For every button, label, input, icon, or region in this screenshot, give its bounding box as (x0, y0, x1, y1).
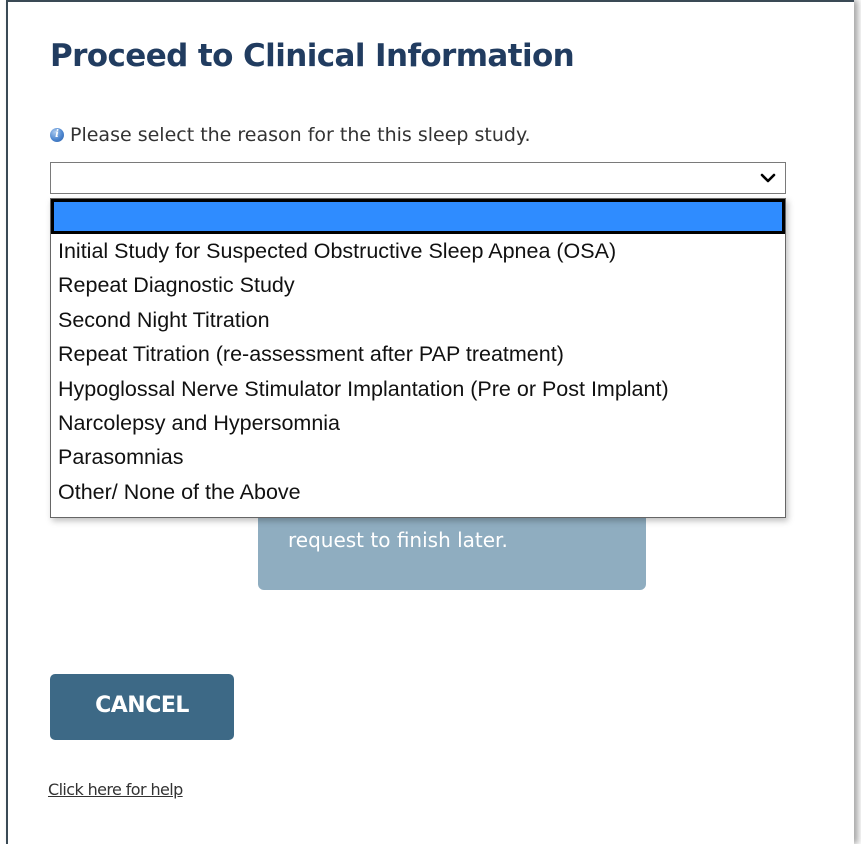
help-link[interactable]: Click here for help (48, 780, 183, 799)
reason-select[interactable] (50, 162, 786, 194)
page-frame: Proceed to Clinical Information i Please… (6, 0, 854, 844)
save-for-later-label: request to finish later. (288, 528, 508, 552)
page-title: Proceed to Clinical Information (50, 38, 575, 74)
reason-prompt-text: Please select the reason for the this sl… (70, 124, 531, 146)
reason-prompt: i Please select the reason for the this … (50, 124, 531, 146)
dropdown-option-blank[interactable] (51, 199, 785, 234)
dropdown-option-repeat-titration[interactable]: Repeat Titration (re-assessment after PA… (51, 337, 785, 371)
chevron-down-icon (760, 173, 776, 183)
reason-dropdown-list: Initial Study for Suspected Obstructive … (50, 198, 786, 518)
dropdown-option-initial-study-osa[interactable]: Initial Study for Suspected Obstructive … (51, 234, 785, 268)
dropdown-option-second-night-titration[interactable]: Second Night Titration (51, 303, 785, 337)
dropdown-option-repeat-diagnostic[interactable]: Repeat Diagnostic Study (51, 268, 785, 302)
cancel-button[interactable]: CANCEL (50, 674, 234, 740)
dropdown-option-other[interactable]: Other/ None of the Above (51, 475, 785, 509)
info-icon: i (50, 128, 64, 142)
dropdown-option-parasomnias[interactable]: Parasomnias (51, 440, 785, 474)
dropdown-option-narcolepsy[interactable]: Narcolepsy and Hypersomnia (51, 406, 785, 440)
dropdown-option-hypoglossal-nerve[interactable]: Hypoglossal Nerve Stimulator Implantatio… (51, 372, 785, 406)
